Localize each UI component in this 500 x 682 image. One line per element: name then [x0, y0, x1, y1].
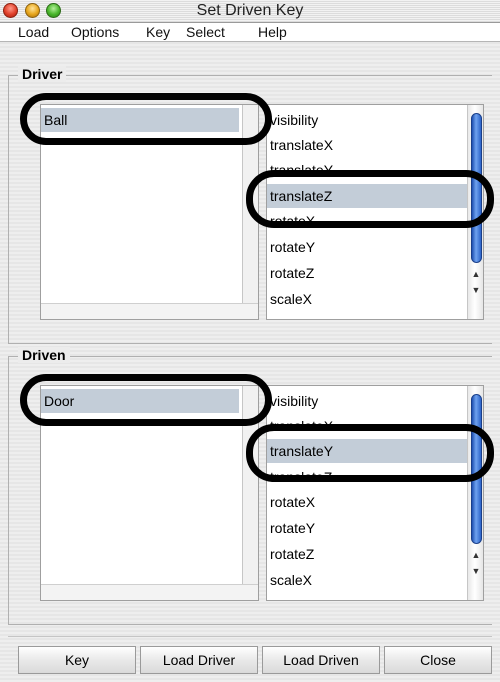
menu-key[interactable]: Key — [146, 24, 170, 40]
driven-group-label: Driven — [18, 347, 70, 363]
driven-attr-item[interactable]: translateX — [267, 414, 467, 438]
window-title: Set Driven Key — [196, 2, 304, 19]
scroll-down-arrow-icon[interactable]: ▼ — [468, 283, 483, 297]
driver-object-list-vertical-gutter — [242, 105, 258, 303]
driver-attr-vertical-scrollbar[interactable]: ▲ ▼ — [467, 105, 483, 319]
driver-attr-item[interactable]: rotateZ — [267, 261, 467, 285]
driven-attr-item[interactable]: rotateX — [267, 490, 467, 514]
driver-object-item[interactable]: Ball — [41, 108, 239, 132]
menu-select[interactable]: Select — [186, 24, 225, 40]
driven-object-list-vertical-gutter — [242, 386, 258, 584]
driven-attr-item[interactable]: rotateZ — [267, 542, 467, 566]
driven-attr-item[interactable]: scaleX — [267, 568, 467, 592]
driver-attr-item[interactable]: rotateY — [267, 235, 467, 259]
footer-separator — [8, 636, 492, 637]
driven-attr-item[interactable]: visibility — [267, 389, 467, 413]
driver-attr-item[interactable]: visibility — [267, 108, 467, 132]
key-button[interactable]: Key — [18, 646, 136, 674]
driver-attr-scroll-thumb[interactable] — [471, 113, 482, 263]
driven-attr-item-selected[interactable]: translateY — [267, 439, 467, 463]
scroll-up-arrow-icon[interactable]: ▲ — [468, 548, 483, 562]
set-driven-key-window: Set Driven Key Load Options Key Select H… — [0, 0, 500, 682]
driver-group-frame-bottom — [8, 343, 492, 344]
driven-group-frame-bottom — [8, 624, 492, 625]
driver-group-frame-top — [8, 75, 492, 76]
scroll-up-arrow-icon[interactable]: ▲ — [468, 267, 483, 281]
scroll-down-arrow-icon[interactable]: ▼ — [468, 564, 483, 578]
driven-object-list-horizontal-scrollbar[interactable] — [41, 584, 258, 600]
load-driven-button[interactable]: Load Driven — [262, 646, 380, 674]
driven-attribute-list[interactable]: visibility translateX translateY transla… — [266, 385, 484, 601]
driver-group-frame-left — [8, 75, 9, 343]
menu-load[interactable]: Load — [18, 24, 49, 40]
driven-group-frame-top — [8, 356, 492, 357]
driver-attr-item[interactable]: scaleX — [267, 287, 467, 311]
menu-help[interactable]: Help — [258, 24, 287, 40]
driven-attr-vertical-scrollbar[interactable]: ▲ ▼ — [467, 386, 483, 600]
driver-object-list[interactable]: Ball — [40, 104, 259, 320]
close-button[interactable]: Close — [384, 646, 492, 674]
driver-group-label: Driver — [18, 66, 67, 82]
driver-attr-item[interactable]: translateX — [267, 133, 467, 157]
driven-attr-scroll-thumb[interactable] — [471, 394, 482, 544]
menu-options[interactable]: Options — [71, 24, 119, 40]
menu-bar: Load Options Key Select Help — [0, 23, 500, 42]
load-driver-button[interactable]: Load Driver — [140, 646, 258, 674]
driven-attr-item[interactable]: translateZ — [267, 465, 467, 489]
driven-object-item[interactable]: Door — [41, 389, 239, 413]
driver-attribute-list[interactable]: visibility translateX translateY transla… — [266, 104, 484, 320]
driver-object-list-horizontal-scrollbar[interactable] — [41, 303, 258, 319]
title-bar: Set Driven Key — [0, 0, 500, 23]
driven-attr-item[interactable]: rotateY — [267, 516, 467, 540]
driven-object-list[interactable]: Door — [40, 385, 259, 601]
driven-group-frame-left — [8, 356, 9, 624]
driver-attr-item-selected[interactable]: translateZ — [267, 184, 467, 208]
driver-attr-item[interactable]: rotateX — [267, 209, 467, 233]
driver-attr-item[interactable]: translateY — [267, 158, 467, 182]
